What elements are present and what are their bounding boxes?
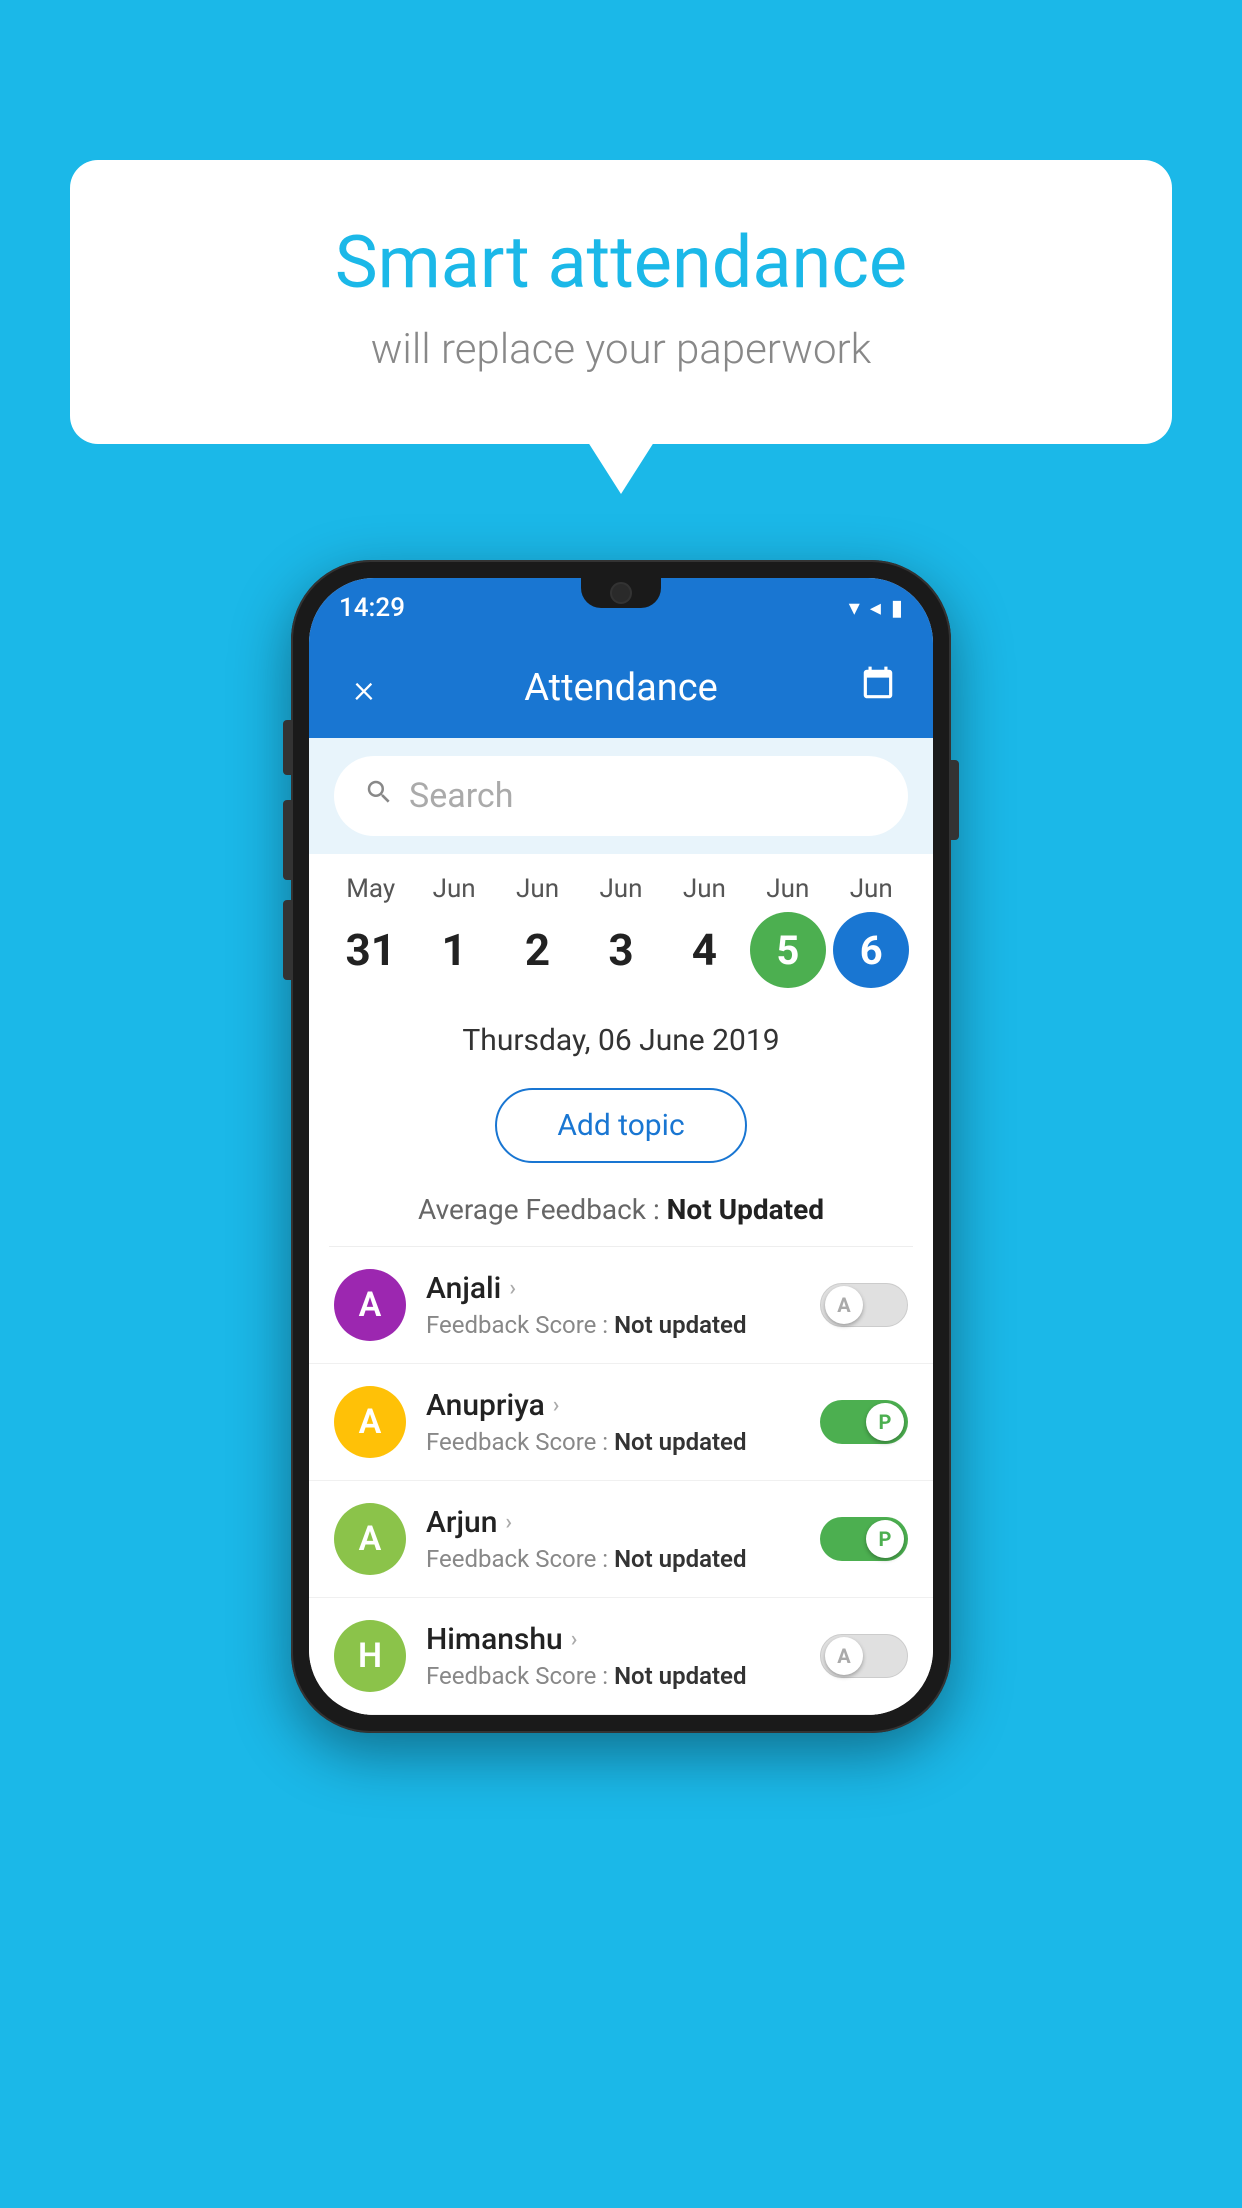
app-title: Attendance <box>389 666 853 710</box>
power-button <box>951 760 959 840</box>
wifi-icon: ▾ <box>849 596 860 621</box>
calendar-day[interactable]: Jun2 <box>498 874 578 988</box>
add-topic-button[interactable]: Add topic <box>495 1088 746 1163</box>
calendar-day[interactable]: Jun6 <box>831 874 911 988</box>
calendar-day[interactable]: Jun5 <box>748 874 828 988</box>
phone-notch <box>581 578 661 608</box>
app-bar: × Attendance <box>309 638 933 738</box>
search-icon <box>364 777 394 815</box>
selected-date: Thursday, 06 June 2019 <box>462 1023 779 1058</box>
volume-up-button <box>283 800 291 880</box>
speech-bubble: Smart attendance will replace your paper… <box>70 160 1172 444</box>
search-placeholder: Search <box>409 776 513 816</box>
student-feedback: Feedback Score : Not updated <box>426 1428 800 1456</box>
camera <box>610 582 632 604</box>
student-feedback: Feedback Score : Not updated <box>426 1311 800 1339</box>
list-item[interactable]: A Arjun › Feedback Score : Not updated P <box>309 1481 933 1598</box>
bubble-title: Smart attendance <box>150 220 1092 305</box>
chevron-right-icon: › <box>505 1510 512 1535</box>
feedback-label: Average Feedback : <box>418 1193 667 1226</box>
student-feedback: Feedback Score : Not updated <box>426 1662 800 1690</box>
calendar-section: May31Jun1Jun2Jun3Jun4Jun5Jun6 <box>309 854 933 998</box>
student-name: Anjali › <box>426 1271 800 1306</box>
chevron-right-icon: › <box>553 1393 560 1418</box>
avatar: A <box>334 1386 406 1458</box>
avatar: A <box>334 1503 406 1575</box>
list-item[interactable]: A Anupriya › Feedback Score : Not updated P <box>309 1364 933 1481</box>
speech-bubble-container: Smart attendance will replace your paper… <box>70 160 1172 444</box>
attendance-toggle[interactable]: P <box>820 1517 908 1561</box>
phone-screen: 14:29 ▾ ◂ ▮ × Attendance <box>309 578 933 1715</box>
signal-icon: ◂ <box>870 596 881 621</box>
avatar: H <box>334 1620 406 1692</box>
student-info: Arjun › Feedback Score : Not updated <box>426 1505 800 1573</box>
student-feedback: Feedback Score : Not updated <box>426 1545 800 1573</box>
attendance-toggle[interactable]: A <box>820 1634 908 1678</box>
avatar: A <box>334 1269 406 1341</box>
list-item[interactable]: H Himanshu › Feedback Score : Not updated A <box>309 1598 933 1715</box>
calendar-day[interactable]: Jun3 <box>581 874 661 988</box>
student-name: Arjun › <box>426 1505 800 1540</box>
calendar-day[interactable]: Jun1 <box>414 874 494 988</box>
student-info: Anjali › Feedback Score : Not updated <box>426 1271 800 1339</box>
add-topic-container: Add topic <box>309 1073 933 1183</box>
attendance-toggle[interactable]: P <box>820 1400 908 1444</box>
attendance-toggle[interactable]: A <box>820 1283 908 1327</box>
search-bar[interactable]: Search <box>334 756 908 836</box>
list-item[interactable]: A Anjali › Feedback Score : Not updated A <box>309 1247 933 1364</box>
chevron-right-icon: › <box>509 1276 516 1301</box>
calendar-row: May31Jun1Jun2Jun3Jun4Jun5Jun6 <box>309 874 933 988</box>
search-bar-container: Search <box>309 738 933 854</box>
status-time: 14:29 <box>339 593 405 623</box>
volume-down-button <box>283 900 291 980</box>
feedback-summary: Average Feedback : Not Updated <box>309 1183 933 1246</box>
calendar-icon[interactable] <box>853 665 903 712</box>
calendar-day[interactable]: May31 <box>331 874 411 988</box>
student-name: Himanshu › <box>426 1622 800 1657</box>
status-icons: ▾ ◂ ▮ <box>849 596 903 621</box>
student-info: Anupriya › Feedback Score : Not updated <box>426 1388 800 1456</box>
chevron-right-icon: › <box>571 1627 578 1652</box>
battery-icon: ▮ <box>891 596 903 621</box>
bubble-subtitle: will replace your paperwork <box>150 325 1092 374</box>
student-info: Himanshu › Feedback Score : Not updated <box>426 1622 800 1690</box>
volume-silent-button <box>283 720 291 775</box>
phone-wrapper: 14:29 ▾ ◂ ▮ × Attendance <box>291 560 951 1733</box>
date-header: Thursday, 06 June 2019 <box>309 998 933 1073</box>
close-button[interactable]: × <box>339 665 389 712</box>
phone-outer: 14:29 ▾ ◂ ▮ × Attendance <box>291 560 951 1733</box>
student-list: AAnjali ›Feedback Score : Not updatedAAA… <box>309 1247 933 1715</box>
feedback-value: Not Updated <box>667 1193 824 1226</box>
calendar-day[interactable]: Jun4 <box>664 874 744 988</box>
student-name: Anupriya › <box>426 1388 800 1423</box>
